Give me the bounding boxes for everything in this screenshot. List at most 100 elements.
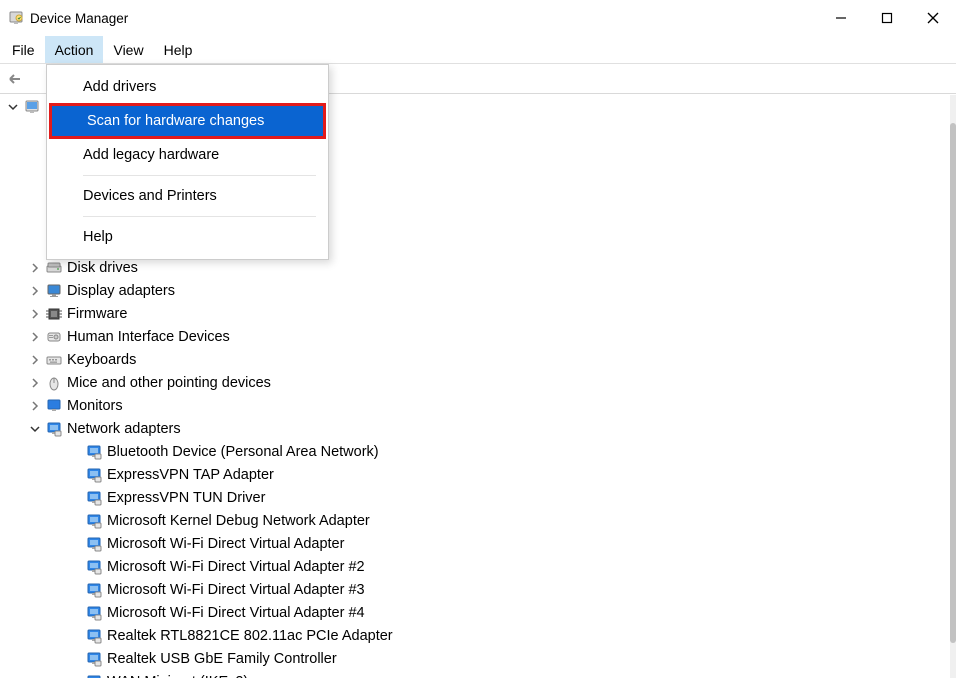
tree-device[interactable]: ExpressVPN TUN Driver — [6, 486, 950, 509]
tree-device-label: Microsoft Wi-Fi Direct Virtual Adapter #… — [107, 605, 365, 621]
spacer — [68, 445, 81, 458]
back-icon[interactable] — [4, 69, 24, 89]
window-controls — [818, 2, 956, 34]
menu-label: File — [12, 42, 35, 58]
menu-file[interactable]: File — [2, 36, 45, 63]
menu-item-help[interactable]: Help — [47, 221, 328, 253]
network-adapter-icon — [85, 628, 103, 644]
tree-category-label: Firmware — [67, 306, 127, 322]
maximize-button[interactable] — [864, 2, 910, 34]
menu-action[interactable]: Action — [45, 36, 104, 63]
tree-device-label: Realtek RTL8821CE 802.11ac PCIe Adapter — [107, 628, 393, 644]
menu-item-devices-and-printers[interactable]: Devices and Printers — [47, 180, 328, 212]
chevron-right-icon[interactable] — [28, 399, 41, 412]
titlebar: Device Manager — [0, 0, 956, 36]
minimize-button[interactable] — [818, 2, 864, 34]
menu-item-add-drivers[interactable]: Add drivers — [47, 71, 328, 103]
mouse-icon — [45, 375, 63, 391]
menu-item-add-legacy-hardware[interactable]: Add legacy hardware — [47, 139, 328, 171]
menu-item-label: Help — [83, 229, 113, 245]
scrollbar[interactable] — [950, 95, 956, 678]
window-title: Device Manager — [30, 11, 128, 26]
network-adapter-icon — [85, 651, 103, 667]
tree-category[interactable]: Keyboards — [6, 348, 950, 371]
network-adapter-icon — [85, 490, 103, 506]
chevron-right-icon[interactable] — [28, 307, 41, 320]
chip-icon — [45, 306, 63, 322]
tree-category-label: Mice and other pointing devices — [67, 375, 271, 391]
tree-device[interactable]: ExpressVPN TAP Adapter — [6, 463, 950, 486]
monitor-icon — [45, 283, 63, 299]
tree-category[interactable]: Firmware — [6, 302, 950, 325]
disk-icon — [45, 260, 63, 276]
tree-device-label: Microsoft Wi-Fi Direct Virtual Adapter #… — [107, 559, 365, 575]
network-adapter-icon — [85, 582, 103, 598]
spacer — [68, 537, 81, 550]
tree-category[interactable]: Display adapters — [6, 279, 950, 302]
scrollbar-thumb[interactable] — [950, 123, 956, 643]
menu-help[interactable]: Help — [154, 36, 203, 63]
menu-label: Action — [55, 42, 94, 58]
chevron-right-icon[interactable] — [28, 353, 41, 366]
tree-category-label: Monitors — [67, 398, 123, 414]
network-adapter-icon — [85, 559, 103, 575]
tree-category[interactable]: Monitors — [6, 394, 950, 417]
tree-device-label: WAN Miniport (IKEv2) — [107, 674, 248, 678]
spacer — [68, 606, 81, 619]
network-adapter-icon — [85, 444, 103, 460]
network-adapter-icon — [85, 536, 103, 552]
tree-device[interactable]: Microsoft Wi-Fi Direct Virtual Adapter — [6, 532, 950, 555]
menu-separator — [83, 175, 316, 176]
spacer — [68, 629, 81, 642]
chevron-down-icon[interactable] — [6, 100, 19, 113]
spacer — [68, 560, 81, 573]
tree-category-label: Disk drives — [67, 260, 138, 276]
computer-icon — [23, 99, 41, 115]
network-adapter-icon — [85, 467, 103, 483]
close-button[interactable] — [910, 2, 956, 34]
spacer — [68, 652, 81, 665]
spacer — [68, 491, 81, 504]
tree-device-label: Bluetooth Device (Personal Area Network) — [107, 444, 379, 460]
tree-category[interactable]: Human Interface Devices — [6, 325, 950, 348]
menu-view[interactable]: View — [103, 36, 153, 63]
tree-device[interactable]: Microsoft Wi-Fi Direct Virtual Adapter #… — [6, 555, 950, 578]
chevron-right-icon[interactable] — [28, 376, 41, 389]
tree-device[interactable]: Microsoft Wi-Fi Direct Virtual Adapter #… — [6, 578, 950, 601]
tree-category-label: Network adapters — [67, 421, 181, 437]
tree-device[interactable]: Realtek RTL8821CE 802.11ac PCIe Adapter — [6, 624, 950, 647]
app-icon — [8, 10, 24, 26]
chevron-right-icon[interactable] — [28, 261, 41, 274]
tree-category[interactable]: Mice and other pointing devices — [6, 371, 950, 394]
tree-device-label: Realtek USB GbE Family Controller — [107, 651, 337, 667]
spacer — [68, 514, 81, 527]
tree-device[interactable]: Bluetooth Device (Personal Area Network) — [6, 440, 950, 463]
tree-device[interactable]: Microsoft Kernel Debug Network Adapter — [6, 509, 950, 532]
tree-device[interactable]: Microsoft Wi-Fi Direct Virtual Adapter #… — [6, 601, 950, 624]
tree-device-label: ExpressVPN TUN Driver — [107, 490, 265, 506]
network-adapter-icon — [85, 674, 103, 678]
menu-item-label: Scan for hardware changes — [87, 113, 264, 129]
tree-device-label: Microsoft Wi-Fi Direct Virtual Adapter — [107, 536, 344, 552]
menu-item-scan-for-hardware-changes[interactable]: Scan for hardware changes — [51, 105, 324, 137]
chevron-right-icon[interactable] — [28, 284, 41, 297]
menu-item-label: Devices and Printers — [83, 188, 217, 204]
tree-category[interactable]: Network adapters — [6, 417, 950, 440]
hid-icon — [45, 329, 63, 345]
keyboard-icon — [45, 352, 63, 368]
tree-category-label: Keyboards — [67, 352, 136, 368]
net-icon — [45, 421, 63, 437]
network-adapter-icon — [85, 605, 103, 621]
tree-device-label: Microsoft Wi-Fi Direct Virtual Adapter #… — [107, 582, 365, 598]
tree-category-label: Display adapters — [67, 283, 175, 299]
chevron-right-icon[interactable] — [28, 330, 41, 343]
chevron-down-icon[interactable] — [28, 422, 41, 435]
spacer — [68, 468, 81, 481]
menu-item-label: Add drivers — [83, 79, 156, 95]
tree-device[interactable]: Realtek USB GbE Family Controller — [6, 647, 950, 670]
spacer — [68, 583, 81, 596]
tree-device-label: ExpressVPN TAP Adapter — [107, 467, 274, 483]
menubar: File Action ViewHelp — [0, 36, 956, 64]
tree-device[interactable]: WAN Miniport (IKEv2) — [6, 670, 950, 678]
monitor-blue-icon — [45, 398, 63, 414]
